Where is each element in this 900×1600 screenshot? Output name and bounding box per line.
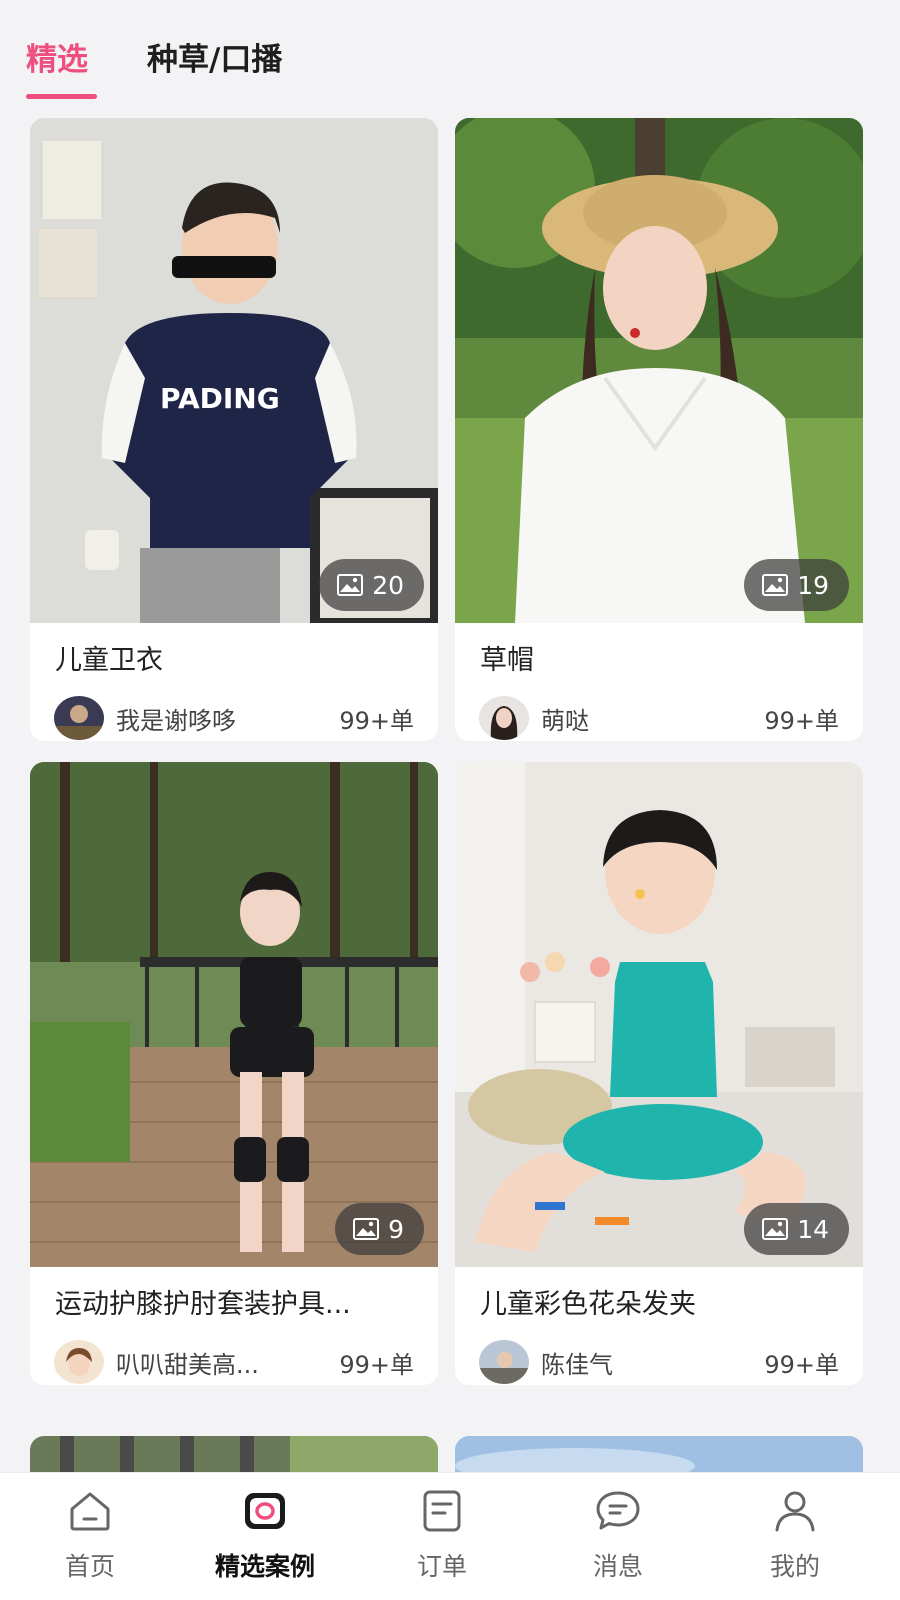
nav-home[interactable]: 首页	[0, 1473, 180, 1600]
card-meta: 叭叭甜美高... 99+单	[54, 1340, 414, 1384]
order-count: 99+单	[764, 706, 839, 735]
card-image[interactable]: 19	[455, 118, 863, 623]
author-name[interactable]: 陈佳气	[541, 1345, 764, 1380]
user-icon	[775, 1491, 815, 1532]
card-title: 草帽	[480, 645, 534, 676]
top-tab-bar: 精选 种草/口播	[0, 0, 900, 112]
document-icon	[423, 1490, 461, 1532]
image-count-badge: 20	[319, 559, 424, 611]
card-meta: 萌哒 99+单	[479, 696, 839, 740]
image-count-badge: 19	[744, 559, 849, 611]
nav-label: 精选案例	[214, 1552, 315, 1581]
active-tab-indicator	[26, 94, 97, 99]
image-count: 14	[797, 1214, 829, 1244]
avatar[interactable]	[54, 696, 104, 740]
avatar[interactable]	[479, 1340, 529, 1384]
bottom-nav: 首页 精选案例 订单 消息 我的	[0, 1472, 900, 1600]
order-count: 99+单	[339, 706, 414, 735]
nav-label: 首页	[64, 1552, 115, 1581]
image-icon	[762, 574, 789, 596]
card-title: 儿童卫衣	[55, 645, 163, 676]
card-image[interactable]: 14	[455, 762, 863, 1267]
card-title: 儿童彩色花朵发夹	[480, 1289, 696, 1320]
image-count: 19	[797, 570, 829, 600]
nav-label: 我的	[769, 1552, 820, 1581]
card-meta: 我是谢哆哆 99+单	[54, 696, 414, 740]
image-count: 9	[388, 1214, 404, 1244]
home-icon	[70, 1492, 110, 1531]
case-card-peek[interactable]	[455, 1436, 863, 1476]
order-count: 99+单	[339, 1350, 414, 1379]
image-count: 20	[372, 570, 404, 600]
tab-featured[interactable]: 精选	[26, 34, 88, 79]
nav-label: 订单	[416, 1552, 467, 1581]
avatar[interactable]	[54, 1340, 104, 1384]
chat-bubble-icon	[596, 1491, 640, 1530]
image-icon	[337, 574, 364, 596]
author-name[interactable]: 我是谢哆哆	[116, 701, 339, 736]
nav-orders[interactable]: 订单	[352, 1473, 532, 1600]
card-image[interactable]: PADING 20	[30, 118, 438, 623]
card-image[interactable]: 9	[30, 762, 438, 1267]
avatar[interactable]	[479, 696, 529, 740]
tab-seeding-voiceover[interactable]: 种草/口播	[147, 34, 282, 79]
case-card[interactable]: 19 草帽 萌哒 99+单	[455, 118, 863, 741]
image-icon	[762, 1218, 789, 1240]
case-card[interactable]: PADING 20 儿童卫衣 我是谢哆哆 99+单	[30, 118, 438, 741]
nav-label: 消息	[592, 1552, 643, 1581]
case-card-peek[interactable]	[30, 1436, 438, 1476]
image-count-badge: 9	[335, 1203, 424, 1255]
card-title: 运动护膝护肘套装护具...	[55, 1289, 351, 1320]
image-icon	[353, 1218, 380, 1240]
case-card[interactable]: 14 儿童彩色花朵发夹 陈佳气 99+单	[455, 762, 863, 1385]
camera-icon	[245, 1493, 285, 1529]
card-meta: 陈佳气 99+单	[479, 1340, 839, 1384]
case-card[interactable]: 9 运动护膝护肘套装护具... 叭叭甜美高... 99+单	[30, 762, 438, 1385]
image-count-badge: 14	[744, 1203, 849, 1255]
nav-messages[interactable]: 消息	[528, 1473, 708, 1600]
order-count: 99+单	[764, 1350, 839, 1379]
author-name[interactable]: 萌哒	[541, 701, 764, 736]
nav-profile[interactable]: 我的	[705, 1473, 885, 1600]
author-name[interactable]: 叭叭甜美高...	[116, 1345, 339, 1380]
svg-text:PADING: PADING	[160, 382, 280, 415]
nav-featured-cases[interactable]: 精选案例	[175, 1473, 355, 1600]
